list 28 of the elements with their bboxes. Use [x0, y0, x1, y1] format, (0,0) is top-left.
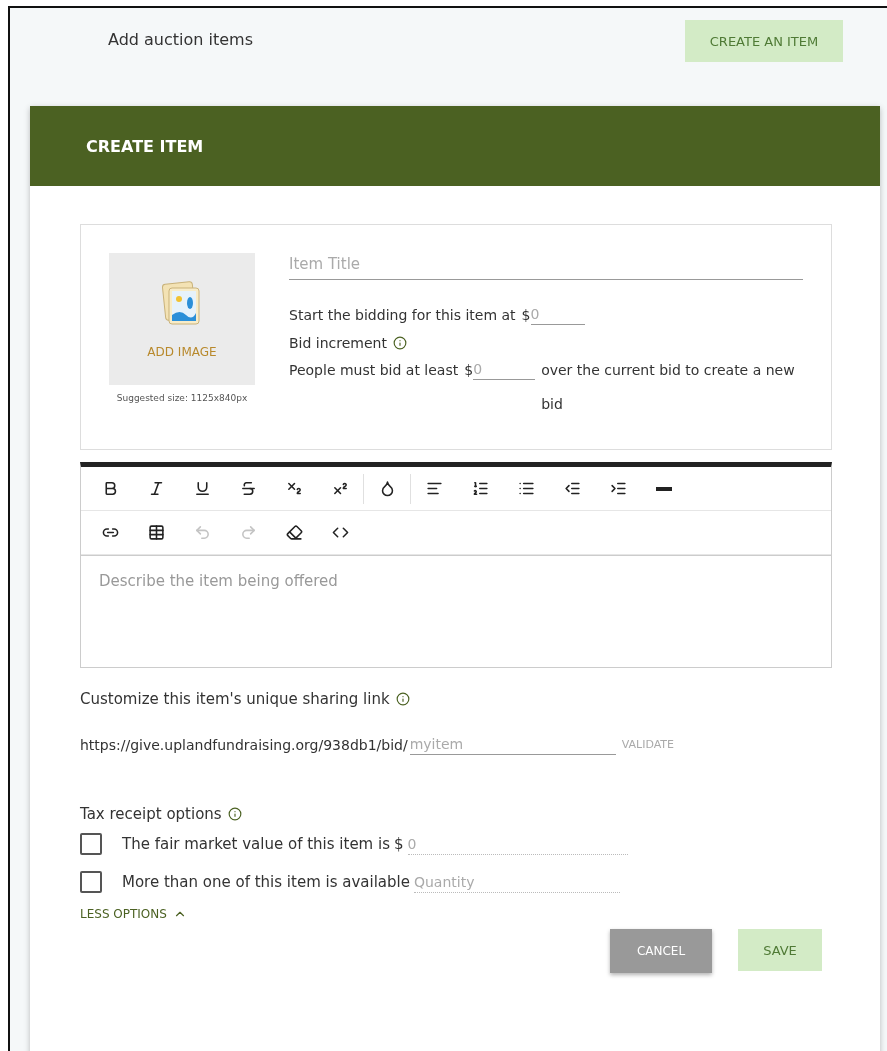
- add-image-tile[interactable]: ADD IMAGE: [109, 253, 255, 385]
- tax-options-label: Tax receipt options: [80, 805, 222, 823]
- info-icon: [227, 807, 242, 821]
- currency-symbol: $: [394, 835, 404, 853]
- save-button[interactable]: SAVE: [738, 929, 822, 971]
- dialog-title: CREATE ITEM: [86, 136, 204, 156]
- page-title: Add auction items: [108, 30, 254, 49]
- sharing-url: https://give.uplandfundraising.org/938db1/bid/: [80, 736, 408, 753]
- currency-symbol: $: [464, 361, 474, 380]
- increment-text-after: over the current bid to create a new bid: [541, 361, 796, 414]
- info-icon: [392, 336, 407, 350]
- less-options-toggle[interactable]: LESS OPTIONS: [80, 907, 832, 921]
- cancel-button[interactable]: CANCEL: [610, 929, 712, 973]
- info-icon: [395, 692, 410, 706]
- checkbox[interactable]: [80, 871, 102, 893]
- rich-text-editor[interactable]: Describe the item being offered: [80, 462, 832, 668]
- start-bid-label: Start the bidding for this item at: [289, 306, 516, 323]
- option-label: More than one of this item is available: [122, 873, 410, 891]
- create-item-button[interactable]: CREATE AN ITEM: [685, 20, 843, 62]
- checkbox[interactable]: [80, 833, 102, 855]
- increment-text-before: People must bid at least: [289, 361, 459, 380]
- bid-increment-label: Bid increment: [289, 335, 387, 351]
- image-size-hint: Suggested size: 1125x840px: [116, 393, 248, 403]
- currency-symbol: $: [521, 306, 531, 323]
- photo-icon: [162, 279, 202, 327]
- option-label: The fair market value of this item is: [122, 835, 390, 853]
- validate-button[interactable]: VALIDATE: [617, 738, 674, 751]
- sharing-link-label: Customize this item's unique sharing link: [80, 690, 390, 708]
